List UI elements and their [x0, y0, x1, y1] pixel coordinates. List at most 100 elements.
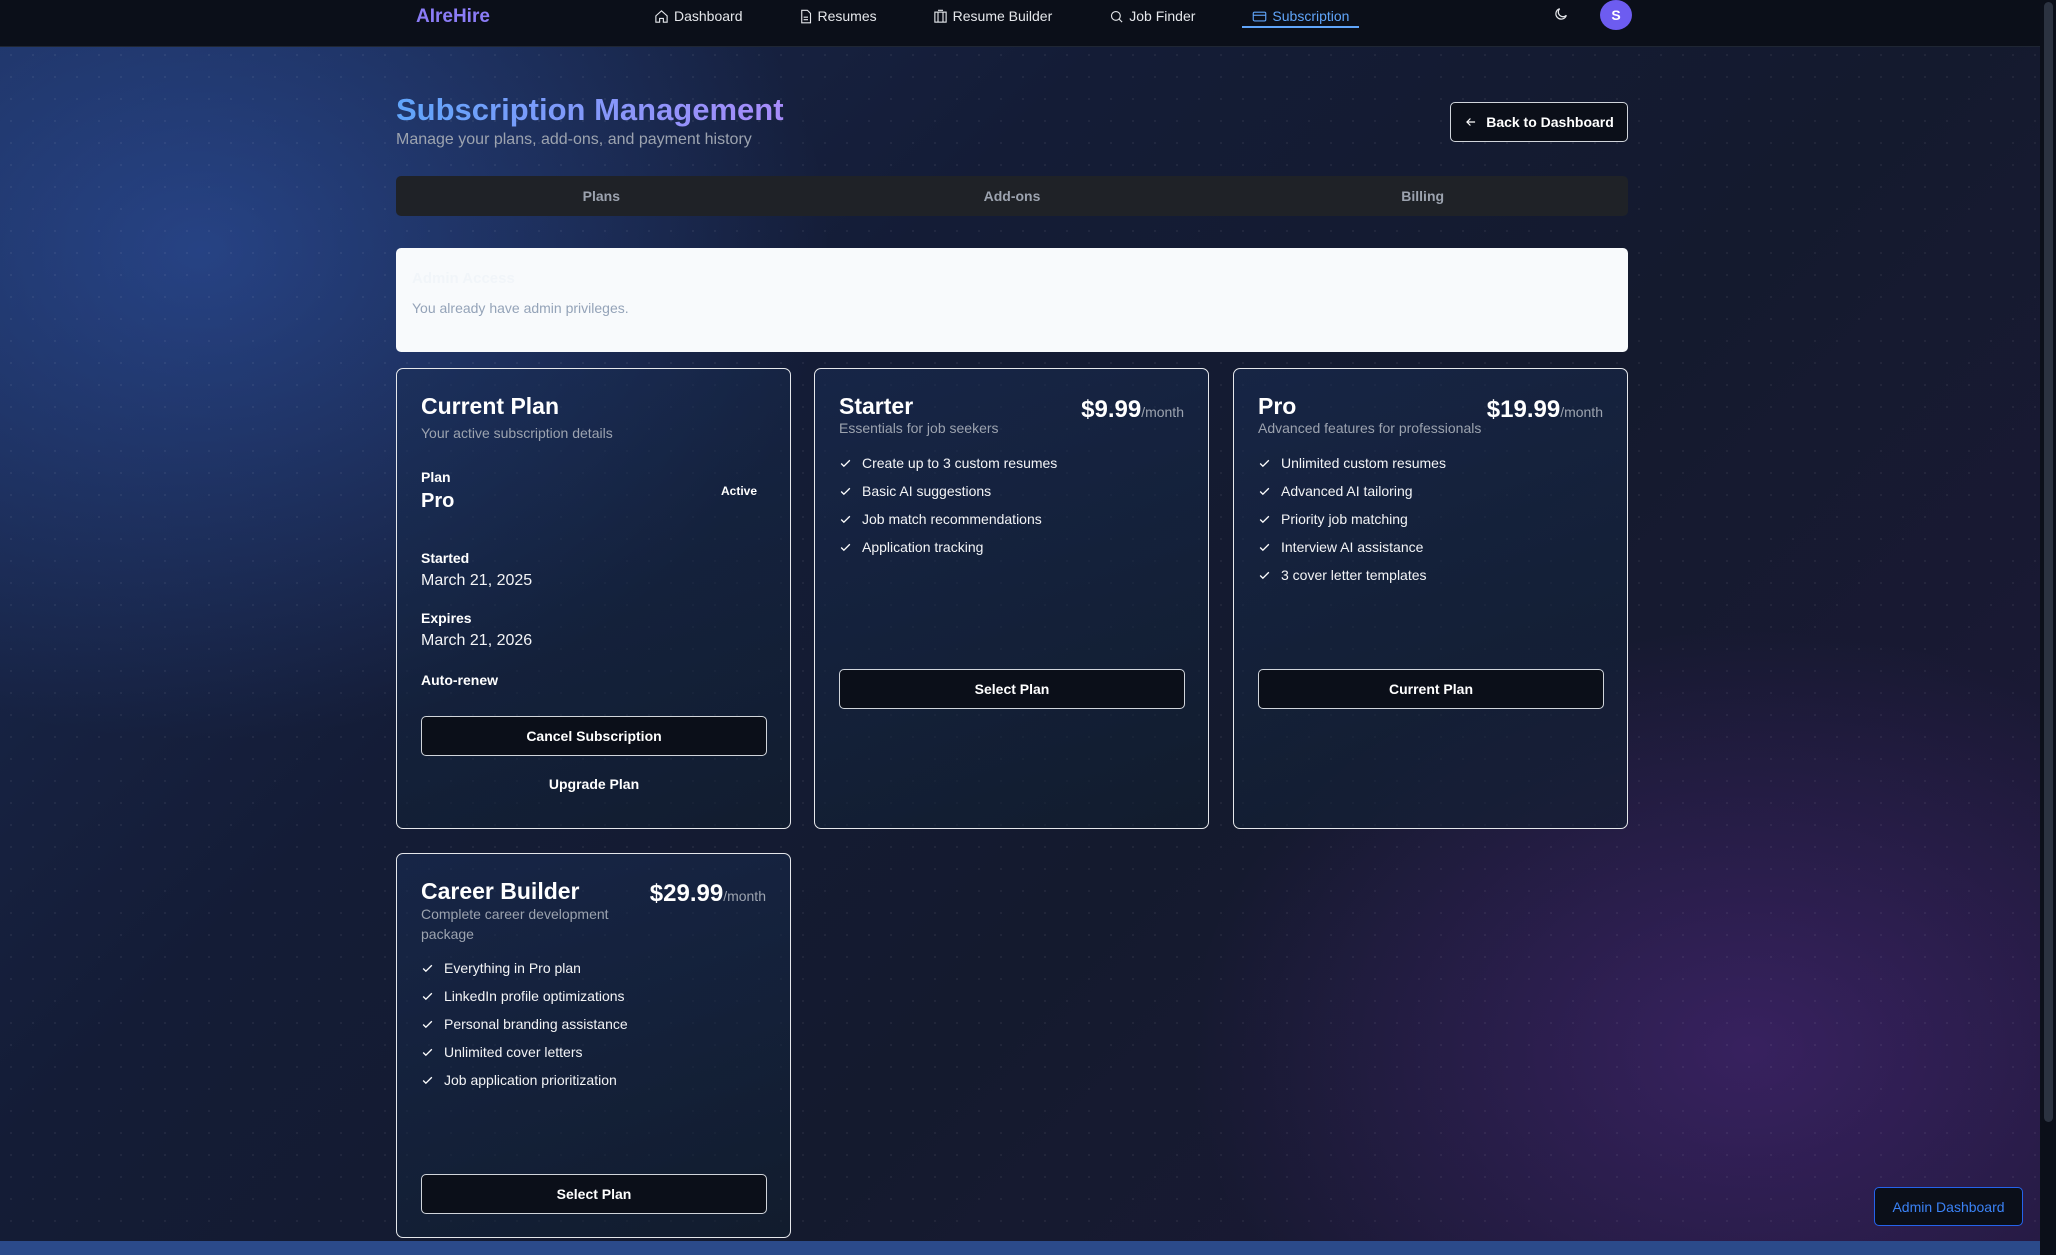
cancel-subscription-button[interactable]: Cancel Subscription [421, 716, 767, 756]
plan-card-career-builder: Career Builder Complete career developme… [396, 853, 791, 1238]
feature-text: 3 cover letter templates [1281, 567, 1427, 583]
plan-title: Starter [839, 393, 914, 419]
plan-description: Advanced features for professionals [1258, 420, 1482, 436]
check-icon [840, 543, 851, 551]
feature-text: LinkedIn profile optimizations [444, 988, 625, 1004]
page-title: Subscription Management [396, 92, 784, 127]
plan-name: Pro [421, 490, 455, 512]
feature-list: Unlimited custom resumes Advanced AI tai… [1258, 449, 1446, 589]
started-label: Started [421, 550, 470, 566]
nav-subscription[interactable]: Subscription [1242, 0, 1360, 32]
select-plan-button[interactable]: Select Plan [421, 1174, 767, 1214]
feature-item: Personal branding assistance [421, 1010, 628, 1038]
feature-item: Create up to 3 custom resumes [839, 449, 1057, 477]
select-plan-button[interactable]: Select Plan [839, 669, 1185, 709]
current-plan-description: Your active subscription details [421, 425, 613, 441]
plan-price: $29.99/month [650, 880, 766, 908]
feature-text: Unlimited custom resumes [1281, 455, 1446, 471]
price-amount: $19.99 [1486, 396, 1561, 423]
plan-label: Plan [421, 469, 451, 485]
tab-add-ons[interactable]: Add-ons [807, 188, 1218, 204]
feature-text: Advanced AI tailoring [1281, 483, 1413, 499]
scrollbar-thumb[interactable] [2044, 2, 2053, 1122]
nav-job-finder[interactable]: Job Finder [1109, 0, 1195, 32]
feature-item: Advanced AI tailoring [1258, 477, 1446, 505]
theme-toggle-button[interactable] [1553, 6, 1573, 26]
admin-dashboard-button[interactable]: Admin Dashboard [1874, 1187, 2023, 1226]
plan-title: Pro [1258, 393, 1297, 419]
feature-text: Personal branding assistance [444, 1016, 628, 1032]
arrow-left-icon [1466, 118, 1476, 126]
feature-text: Application tracking [862, 539, 984, 555]
plan-card-pro: Pro Advanced features for professionals … [1233, 368, 1628, 829]
builder-icon [933, 9, 947, 23]
feature-item: Unlimited custom resumes [1258, 449, 1446, 477]
nav-dashboard[interactable]: Dashboard [654, 0, 743, 32]
plan-title: Career Builder [421, 878, 580, 904]
alert-text: You already have admin privileges. [412, 300, 629, 316]
price-amount: $29.99 [649, 880, 724, 907]
current-plan-title: Current Plan [421, 393, 560, 419]
page-subtitle: Manage your plans, add-ons, and payment … [396, 131, 752, 148]
price-period: /month [723, 888, 766, 904]
alert-title: Admin Access [412, 270, 515, 287]
feature-text: Interview AI assistance [1281, 539, 1424, 555]
back-button-label: Back to Dashboard [1486, 114, 1614, 130]
feature-list: Create up to 3 custom resumes Basic AI s… [839, 449, 1057, 561]
started-value: March 21, 2025 [421, 572, 533, 589]
scrollbar[interactable] [2040, 0, 2056, 1255]
feature-item: Job match recommendations [839, 505, 1057, 533]
nav-resume-builder[interactable]: Resume Builder [933, 0, 1053, 32]
feature-item: LinkedIn profile optimizations [421, 982, 628, 1010]
check-icon [422, 1048, 433, 1056]
feature-item: Job application prioritization [421, 1066, 628, 1094]
brand-logo[interactable]: AIreHire [416, 6, 490, 28]
check-icon [422, 1020, 433, 1028]
feature-item: Interview AI assistance [1258, 533, 1446, 561]
feature-text: Job application prioritization [444, 1072, 617, 1088]
nav-resumes-label: Resumes [817, 8, 877, 24]
top-navbar: AIreHire Dashboard Resumes Resume Builde… [0, 0, 2040, 47]
check-icon [1259, 571, 1270, 579]
expires-value: March 21, 2026 [421, 632, 533, 649]
check-icon [422, 964, 433, 972]
feature-item: Everything in Pro plan [421, 954, 628, 982]
search-icon [1111, 10, 1123, 23]
tab-billing[interactable]: Billing [1217, 188, 1628, 204]
nav-links: Dashboard Resumes Resume Builder Job Fin… [654, 0, 1360, 32]
check-icon [840, 487, 851, 495]
check-icon [1259, 543, 1270, 551]
status-badge: Active [721, 484, 758, 498]
user-avatar[interactable]: S [1600, 0, 1632, 30]
nav-subscription-label: Subscription [1272, 8, 1350, 24]
current-plan-button[interactable]: Current Plan [1258, 669, 1604, 709]
back-to-dashboard-button[interactable]: Back to Dashboard [1450, 102, 1628, 142]
tab-plans[interactable]: Plans [396, 188, 807, 204]
nav-resume-builder-label: Resume Builder [952, 8, 1053, 24]
nav-resumes[interactable]: Resumes [798, 0, 877, 32]
feature-text: Priority job matching [1281, 511, 1408, 527]
check-icon [1259, 459, 1270, 467]
moon-icon [1555, 8, 1567, 20]
nav-dashboard-label: Dashboard [674, 8, 743, 24]
feature-text: Basic AI suggestions [862, 483, 992, 499]
feature-item: 3 cover letter templates [1258, 561, 1446, 589]
check-icon [840, 515, 851, 523]
auto-renew-label: Auto-renew [421, 672, 498, 688]
check-icon [1259, 487, 1270, 495]
expires-label: Expires [421, 610, 472, 626]
feature-text: Job match recommendations [862, 511, 1042, 527]
price-amount: $9.99 [1081, 396, 1142, 423]
bottom-bar [0, 1241, 2040, 1255]
feature-text: Create up to 3 custom resumes [862, 455, 1058, 471]
feature-text: Everything in Pro plan [444, 960, 581, 976]
feature-item: Priority job matching [1258, 505, 1446, 533]
check-icon [422, 1076, 433, 1084]
feature-item: Unlimited cover letters [421, 1038, 628, 1066]
file-icon [800, 9, 811, 23]
plan-description: Essentials for job seekers [839, 420, 999, 436]
upgrade-plan-button[interactable]: Upgrade Plan [421, 776, 767, 792]
feature-item: Basic AI suggestions [839, 477, 1057, 505]
home-icon [655, 9, 668, 23]
check-icon [422, 992, 433, 1000]
